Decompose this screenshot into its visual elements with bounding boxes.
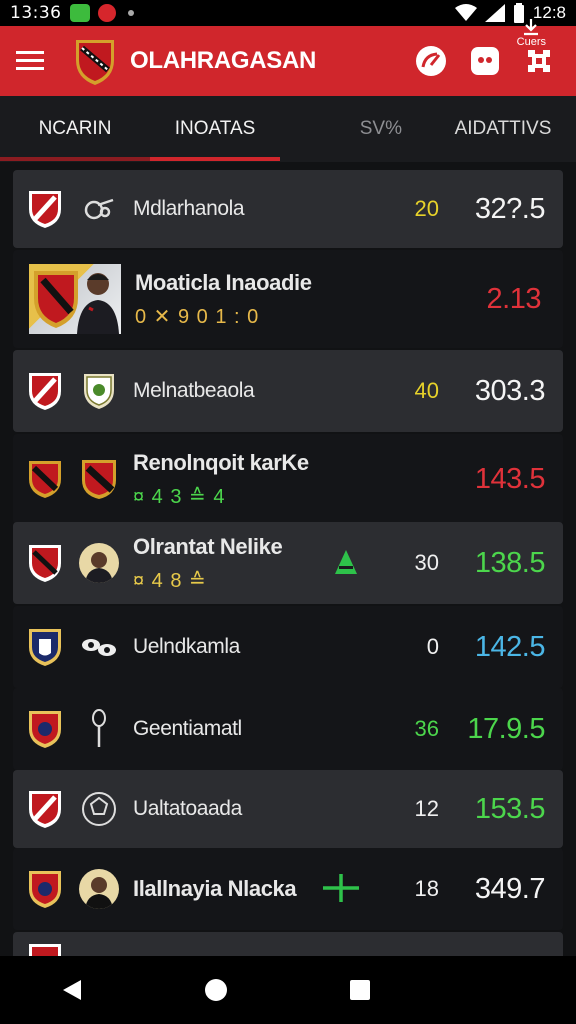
wifi-icon	[454, 4, 477, 21]
tab-inoatas[interactable]: INOATAS	[150, 96, 280, 162]
played-count: 20	[414, 196, 439, 221]
points-value: 349.7	[474, 872, 546, 905]
tab-ncarin[interactable]: NCARIN	[0, 96, 150, 162]
team-name: Olrantat Nelike	[133, 533, 283, 559]
system-nav-bar	[0, 956, 576, 1024]
download-icon	[524, 19, 539, 36]
played-count: 0	[426, 634, 439, 659]
team-name: Renolnqoit karKe	[133, 449, 309, 475]
status-bar: 13:36 12:8	[0, 0, 576, 26]
list-item[interactable]: Mdlarhanola 20 32?.5	[13, 170, 563, 248]
notification-dot-icon	[127, 10, 134, 16]
points-value: 143.5	[474, 462, 546, 495]
played-count: 18	[414, 876, 439, 901]
gauge-icon	[416, 46, 446, 76]
club-crest-icon	[29, 871, 61, 908]
opponent-crest-icon	[79, 459, 119, 499]
hamburger-icon	[16, 51, 44, 70]
form-indicator: ¤ 4 3 ≙ 4	[133, 485, 226, 508]
list-item[interactable]: Geentiamatl 36 17.9.5	[13, 688, 563, 770]
points-value: 303.3	[474, 374, 546, 407]
club-crest-logo	[76, 40, 114, 85]
plus-icon	[323, 874, 359, 902]
club-crest-icon	[29, 373, 61, 410]
played-count: 40	[414, 378, 439, 403]
profile-icon	[471, 47, 499, 75]
played-count: 36	[414, 716, 439, 741]
club-crest-icon	[29, 629, 61, 666]
standings-list: Mdlarhanola 20 32?.5 Moaticla Inaoadie 0…	[0, 164, 576, 956]
list-item[interactable]: Ilallnayia Nlacka 18 349.7	[13, 848, 563, 930]
app-bar: OLAHRAGASAN	[0, 26, 576, 96]
points-value: 17.9.5	[467, 712, 545, 745]
team-name: Melnatbeaola	[133, 379, 255, 402]
tab-bar: NCARIN INOATAS SV% AIDATTIVS	[0, 96, 576, 162]
points-value: 138.5	[474, 546, 546, 579]
settings-button[interactable]	[522, 44, 556, 78]
signal-icon	[484, 4, 505, 22]
download-label: Cuers	[516, 36, 546, 48]
player-photo	[29, 264, 121, 334]
tab-sv[interactable]: SV%	[280, 96, 430, 162]
player-avatar	[79, 543, 119, 583]
boots-icon	[79, 627, 119, 667]
club-crest-icon	[29, 791, 61, 828]
team-name: Uelndkamla	[133, 635, 240, 658]
back-triangle-icon	[63, 980, 81, 1000]
played-count: 12	[414, 796, 439, 821]
list-item[interactable]: Olrantat Nelike ¤ 4 8 ≙ 30 138.5	[13, 522, 563, 604]
match-score: 0 ✕ 9 0 1 : 0	[135, 305, 260, 328]
profile-button[interactable]	[468, 44, 502, 78]
list-item[interactable]	[13, 932, 563, 956]
list-item[interactable]: Ualtatoaada 12 153.5	[13, 770, 563, 848]
team-name: Moaticla Inaoadie	[135, 269, 312, 295]
points-value: 2.13	[486, 282, 542, 315]
racket-icon	[79, 709, 119, 749]
points-value: 153.5	[474, 792, 546, 825]
download-shortcut[interactable]: Cuers	[517, 18, 546, 48]
form-indicator: ¤ 4 8 ≙	[133, 569, 207, 592]
home-circle-icon	[205, 979, 227, 1001]
trend-up-icon	[335, 550, 357, 574]
gear-icon	[528, 50, 550, 72]
points-value: 32?.5	[474, 192, 546, 225]
menu-button[interactable]	[0, 26, 60, 96]
ball-icon	[79, 789, 119, 829]
list-item[interactable]: Renolnqoit karKe ¤ 4 3 ≙ 4 143.5	[13, 434, 563, 524]
recents-square-icon	[350, 980, 370, 1000]
list-item[interactable]: Melnatbeaola 40 303.3	[13, 350, 563, 432]
player-avatar	[79, 869, 119, 909]
opponent-crest-icon	[79, 371, 119, 411]
team-name: Mdlarhanola	[133, 197, 245, 220]
list-item[interactable]: Uelndkamla 0 142.5	[13, 606, 563, 688]
team-name: Ualtatoaada	[133, 797, 242, 820]
back-button[interactable]	[52, 970, 92, 1010]
recents-button[interactable]	[340, 970, 380, 1010]
whistle-icon	[79, 189, 119, 229]
stats-button[interactable]	[414, 44, 448, 78]
tab-aidattivs[interactable]: AIDATTIVS	[430, 96, 576, 162]
messaging-app-icon	[69, 4, 90, 22]
team-name: Ilallnayia Nlacka	[133, 876, 297, 901]
points-value: 142.5	[474, 630, 546, 663]
list-item-featured[interactable]: Moaticla Inaoadie 0 ✕ 9 0 1 : 0 2.13	[13, 250, 563, 348]
home-button[interactable]	[196, 970, 236, 1010]
club-crest-icon	[29, 711, 61, 748]
status-time: 13:36	[10, 3, 62, 23]
notification-app-icon	[97, 4, 116, 22]
club-crest-icon	[29, 461, 61, 498]
tab-indicator	[0, 157, 280, 161]
app-title: OLAHRAGASAN	[130, 47, 317, 74]
played-count: 30	[414, 550, 439, 575]
club-crest-icon	[29, 191, 61, 228]
club-crest-icon	[29, 944, 61, 956]
club-crest-icon	[29, 545, 61, 582]
team-name: Geentiamatl	[133, 717, 242, 740]
